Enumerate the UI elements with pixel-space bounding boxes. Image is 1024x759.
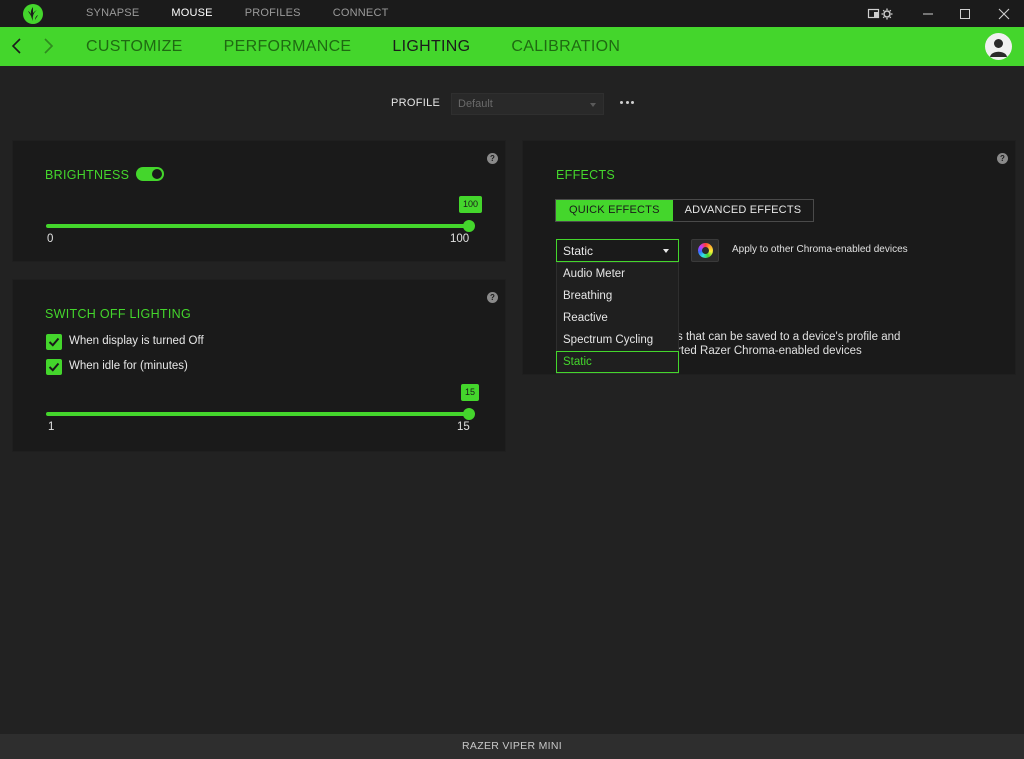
- user-avatar-icon[interactable]: [985, 33, 1012, 60]
- idle-value-badge: 15: [461, 384, 480, 401]
- checkmark-icon: [48, 337, 60, 347]
- brightness-value-badge: 100: [459, 196, 483, 213]
- device-settings-icon: [867, 8, 893, 19]
- brightness-toggle[interactable]: [136, 167, 164, 181]
- tab-calibration[interactable]: CALIBRATION: [511, 27, 620, 66]
- brightness-panel: ? BRIGHTNESS 100 0 100: [12, 140, 506, 262]
- effects-description-line1: s that can be saved to a device's profil…: [677, 331, 901, 343]
- tab-quick-effects[interactable]: QUICK EFFECTS: [556, 200, 673, 221]
- sub-nav: CUSTOMIZE PERFORMANCE LIGHTING CALIBRATI…: [86, 27, 661, 66]
- chroma-apply-label: Apply to other Chroma-enabled devices: [732, 244, 908, 255]
- tab-performance[interactable]: PERFORMANCE: [224, 27, 352, 66]
- effect-option-reactive[interactable]: Reactive: [557, 307, 678, 329]
- help-icon[interactable]: ?: [487, 153, 498, 164]
- tab-customize[interactable]: CUSTOMIZE: [86, 27, 183, 66]
- minimize-icon: [923, 13, 933, 14]
- profile-select-value: Default: [458, 98, 493, 110]
- brightness-title: BRIGHTNESS: [45, 168, 130, 182]
- forward-arrow-icon[interactable]: [37, 35, 59, 57]
- brightness-min-label: 0: [47, 233, 54, 245]
- title-bar: SYNAPSE MOUSE PROFILES CONNECT: [0, 0, 1024, 27]
- effects-tab-group: QUICK EFFECTS ADVANCED EFFECTS: [555, 199, 815, 222]
- effect-option-spectrum-cycling[interactable]: Spectrum Cycling: [557, 329, 678, 351]
- profile-label: PROFILE: [391, 97, 441, 109]
- minimize-button[interactable]: [917, 0, 939, 27]
- idle-max-label: 15: [457, 421, 470, 433]
- effect-select-value: Static: [563, 244, 594, 258]
- effect-option-audio-meter[interactable]: Audio Meter: [557, 263, 678, 285]
- maximize-button[interactable]: [954, 0, 976, 27]
- help-icon[interactable]: ?: [997, 153, 1008, 164]
- tab-advanced-effects[interactable]: ADVANCED EFFECTS: [672, 200, 814, 221]
- effect-option-breathing[interactable]: Breathing: [557, 285, 678, 307]
- top-nav-profiles[interactable]: PROFILES: [245, 0, 301, 27]
- brightness-max-label: 100: [450, 233, 470, 245]
- checkmark-icon: [48, 362, 60, 372]
- chroma-apply-button[interactable]: [691, 239, 719, 262]
- maximize-icon: [960, 8, 970, 19]
- display-off-label: When display is turned Off: [69, 335, 204, 347]
- top-nav-connect[interactable]: CONNECT: [333, 0, 389, 27]
- close-button[interactable]: [993, 0, 1015, 27]
- device-footer: RAZER VIPER MINI: [0, 734, 1024, 759]
- effects-description-line2: rted Razer Chroma-enabled devices: [677, 345, 862, 357]
- top-nav: SYNAPSE MOUSE PROFILES CONNECT: [86, 0, 421, 27]
- sub-nav-bar: CUSTOMIZE PERFORMANCE LIGHTING CALIBRATI…: [0, 27, 1024, 66]
- idle-slider-track[interactable]: [46, 412, 468, 416]
- effect-select[interactable]: Static: [556, 239, 679, 262]
- brightness-slider-thumb[interactable]: [463, 220, 475, 232]
- top-nav-synapse[interactable]: SYNAPSE: [86, 0, 139, 27]
- device-settings-button[interactable]: [862, 0, 898, 27]
- back-arrow-icon[interactable]: [6, 35, 28, 57]
- effects-title: EFFECTS: [556, 168, 616, 182]
- top-nav-mouse[interactable]: MOUSE: [171, 0, 212, 27]
- display-off-checkbox[interactable]: [46, 334, 62, 350]
- idle-label: When idle for (minutes): [69, 360, 188, 372]
- profile-select[interactable]: Default: [451, 93, 604, 115]
- brightness-slider-track[interactable]: [46, 224, 468, 228]
- effect-option-static[interactable]: Static: [556, 351, 679, 373]
- razer-logo-icon[interactable]: [22, 3, 44, 25]
- device-name: RAZER VIPER MINI: [462, 740, 562, 752]
- effect-dropdown-menu: Audio Meter Breathing Reactive Spectrum …: [556, 262, 679, 374]
- tab-lighting[interactable]: LIGHTING: [392, 27, 470, 66]
- idle-checkbox[interactable]: [46, 359, 62, 375]
- idle-min-label: 1: [48, 421, 55, 433]
- switch-off-lighting-panel: ? SWITCH OFF LIGHTING When display is tu…: [12, 279, 506, 452]
- chroma-wheel-icon: [698, 243, 713, 258]
- idle-slider-thumb[interactable]: [463, 408, 475, 420]
- chevron-down-icon: [590, 103, 596, 107]
- switch-off-title: SWITCH OFF LIGHTING: [45, 307, 191, 321]
- help-icon[interactable]: ?: [487, 292, 498, 303]
- close-icon: [998, 8, 1010, 19]
- more-dots-icon[interactable]: [620, 101, 634, 105]
- chevron-down-icon: [663, 249, 669, 253]
